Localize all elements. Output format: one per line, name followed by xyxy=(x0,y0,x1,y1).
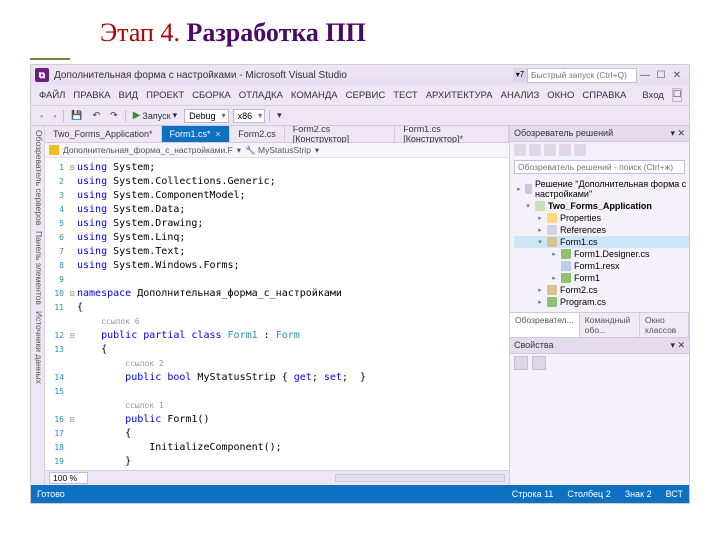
window-title: Дополнительная форма с настройками - Mic… xyxy=(54,70,513,81)
toolbar: ◦ ◦ 💾 ↶ ↷ ▶Запуск ▾ Debug x86 ▾ xyxy=(31,106,689,126)
menu-window[interactable]: ОКНО xyxy=(547,90,574,101)
code-editor[interactable]: 1⊟using System; 2using System.Collection… xyxy=(45,158,509,470)
solution-explorer-toolbar xyxy=(510,142,689,158)
vs-logo-icon: ⧉ xyxy=(35,68,49,82)
doc-tab-project[interactable]: Two_Forms_Application* xyxy=(45,126,162,142)
titlebar: ⧉ Дополнительная форма с настройками - M… xyxy=(31,65,689,85)
doc-tab-form1-designer[interactable]: Form1.cs [Конструктор]* xyxy=(395,126,509,142)
notifications-badge[interactable]: ▾7 xyxy=(513,68,527,82)
tree-form1-class[interactable]: ▸Form1 xyxy=(514,272,689,284)
tree-references[interactable]: ▸References xyxy=(514,224,689,236)
doc-tab-form1-cs[interactable]: Form1.cs*✕ xyxy=(162,126,231,142)
close-icon[interactable]: ✕ xyxy=(215,130,222,139)
panel-menu-icon[interactable]: ▾ ✕ xyxy=(670,340,685,351)
tree-solution[interactable]: ▸Решение "Дополнительная форма с настрой… xyxy=(514,178,689,200)
menu-architecture[interactable]: АРХИТЕКТУРА xyxy=(426,90,493,101)
nav-fwd-button[interactable]: ◦ xyxy=(50,110,59,122)
solution-tree: ▸Решение "Дополнительная форма с настрой… xyxy=(510,176,689,312)
redo-button[interactable]: ↷ xyxy=(107,109,121,122)
solution-explorer-title: Обозреватель решений ▾ ✕ xyxy=(510,126,689,142)
maximize-button[interactable]: ☐ xyxy=(654,70,668,81)
solution-explorer-search[interactable] xyxy=(514,160,685,174)
menu-debug[interactable]: ОТЛАДКА xyxy=(239,90,283,101)
h-scroll[interactable] xyxy=(335,474,505,482)
breadcrumb-ns[interactable]: Дополнительная_форма_с_настройками.F xyxy=(63,145,233,155)
slide-title: Этап 4. Разработка ПП xyxy=(0,0,720,58)
breadcrumb-member[interactable]: 🔧 MyStatusStrip xyxy=(245,145,311,156)
tree-form1-designer[interactable]: ▸Form1.Designer.cs xyxy=(514,248,689,260)
panel-menu-icon[interactable]: ▾ ✕ xyxy=(670,128,685,139)
tree-form2[interactable]: ▸Form2.cs xyxy=(514,284,689,296)
platform-combo[interactable]: x86 xyxy=(233,109,266,123)
menu-tools[interactable]: СЕРВИС xyxy=(346,90,386,101)
tree-project[interactable]: ▾Two_Forms_Application xyxy=(514,200,689,212)
status-ins: ВСТ xyxy=(666,489,683,499)
document-tabs: Two_Forms_Application* Form1.cs*✕ Form2.… xyxy=(45,126,509,143)
editor-footer: 100 % xyxy=(45,470,509,485)
menu-edit[interactable]: ПРАВКА xyxy=(73,90,110,101)
show-all-icon[interactable] xyxy=(559,144,571,156)
menu-project[interactable]: ПРОЕКТ xyxy=(146,90,184,101)
status-char: Знак 2 xyxy=(625,489,652,499)
properties-icon[interactable] xyxy=(574,144,586,156)
close-button[interactable]: ✕ xyxy=(670,70,684,81)
refresh-icon[interactable] xyxy=(529,144,541,156)
toolbox-tab[interactable]: Панель элементов xyxy=(31,231,44,305)
properties-title: Свойства ▾ ✕ xyxy=(510,338,689,354)
tab-solution-explorer[interactable]: Обозревател... xyxy=(510,313,580,337)
right-tabs: Обозревател... Командный обо... Окно кла… xyxy=(510,312,689,338)
doc-tab-form2-cs[interactable]: Form2.cs xyxy=(230,126,285,142)
home-icon[interactable] xyxy=(514,144,526,156)
undo-button[interactable]: ↶ xyxy=(90,109,104,122)
menu-help[interactable]: СПРАВКА xyxy=(582,90,626,101)
title-underline xyxy=(30,58,70,60)
save-all-button[interactable]: 💾 xyxy=(68,109,85,122)
zoom-combo[interactable]: 100 % xyxy=(49,472,88,484)
left-toolstrip: Обозреватель серверов Панель элементов И… xyxy=(31,126,45,485)
menu-test[interactable]: ТЕСТ xyxy=(393,90,418,101)
nav-back-button[interactable]: ◦ xyxy=(37,110,46,122)
tree-form1[interactable]: ▾Form1.cs xyxy=(514,236,689,248)
sign-in-link[interactable]: Вход xyxy=(642,90,664,101)
breadcrumb: Дополнительная_форма_с_настройками.F ▾ 🔧… xyxy=(45,143,509,158)
server-explorer-tab[interactable]: Обозреватель серверов xyxy=(31,130,44,225)
alphabetical-icon[interactable] xyxy=(532,356,546,370)
categorized-icon[interactable] xyxy=(514,356,528,370)
namespace-icon xyxy=(49,145,59,155)
quick-launch-input[interactable] xyxy=(527,68,637,83)
menu-team[interactable]: КОМАНДА xyxy=(291,90,338,101)
menubar: ФАЙЛ ПРАВКА ВИД ПРОЕКТ СБОРКА ОТЛАДКА КО… xyxy=(31,85,689,106)
misc-button[interactable]: ▾ xyxy=(274,109,285,122)
menu-file[interactable]: ФАЙЛ xyxy=(39,90,65,101)
menu-build[interactable]: СБОРКА xyxy=(192,90,231,101)
collapse-icon[interactable] xyxy=(544,144,556,156)
start-debug-button[interactable]: ▶Запуск ▾ xyxy=(130,109,180,122)
statusbar: Готово Строка 11 Столбец 2 Знак 2 ВСТ xyxy=(31,485,689,503)
status-line: Строка 11 xyxy=(512,489,554,499)
visual-studio-window: ⧉ Дополнительная форма с настройками - M… xyxy=(30,64,690,504)
minimize-button[interactable]: — xyxy=(638,70,652,81)
user-icon[interactable]: ☐ xyxy=(672,88,683,102)
properties-toolbar xyxy=(510,354,689,372)
tab-team-explorer[interactable]: Командный обо... xyxy=(580,313,640,337)
tab-class-view[interactable]: Окно классов xyxy=(640,313,689,337)
tree-program[interactable]: ▸Program.cs xyxy=(514,296,689,308)
status-col: Столбец 2 xyxy=(567,489,610,499)
tree-form1-resx[interactable]: Form1.resx xyxy=(514,260,689,272)
config-combo[interactable]: Debug xyxy=(184,109,229,123)
tree-properties[interactable]: ▸Properties xyxy=(514,212,689,224)
menu-view[interactable]: ВИД xyxy=(119,90,139,101)
menu-analyze[interactable]: АНАЛИЗ xyxy=(501,90,540,101)
doc-tab-form2-designer[interactable]: Form2.cs [Конструктор] xyxy=(285,126,395,142)
status-ready: Готово xyxy=(37,489,65,499)
data-sources-tab[interactable]: Источники данных xyxy=(31,311,44,384)
